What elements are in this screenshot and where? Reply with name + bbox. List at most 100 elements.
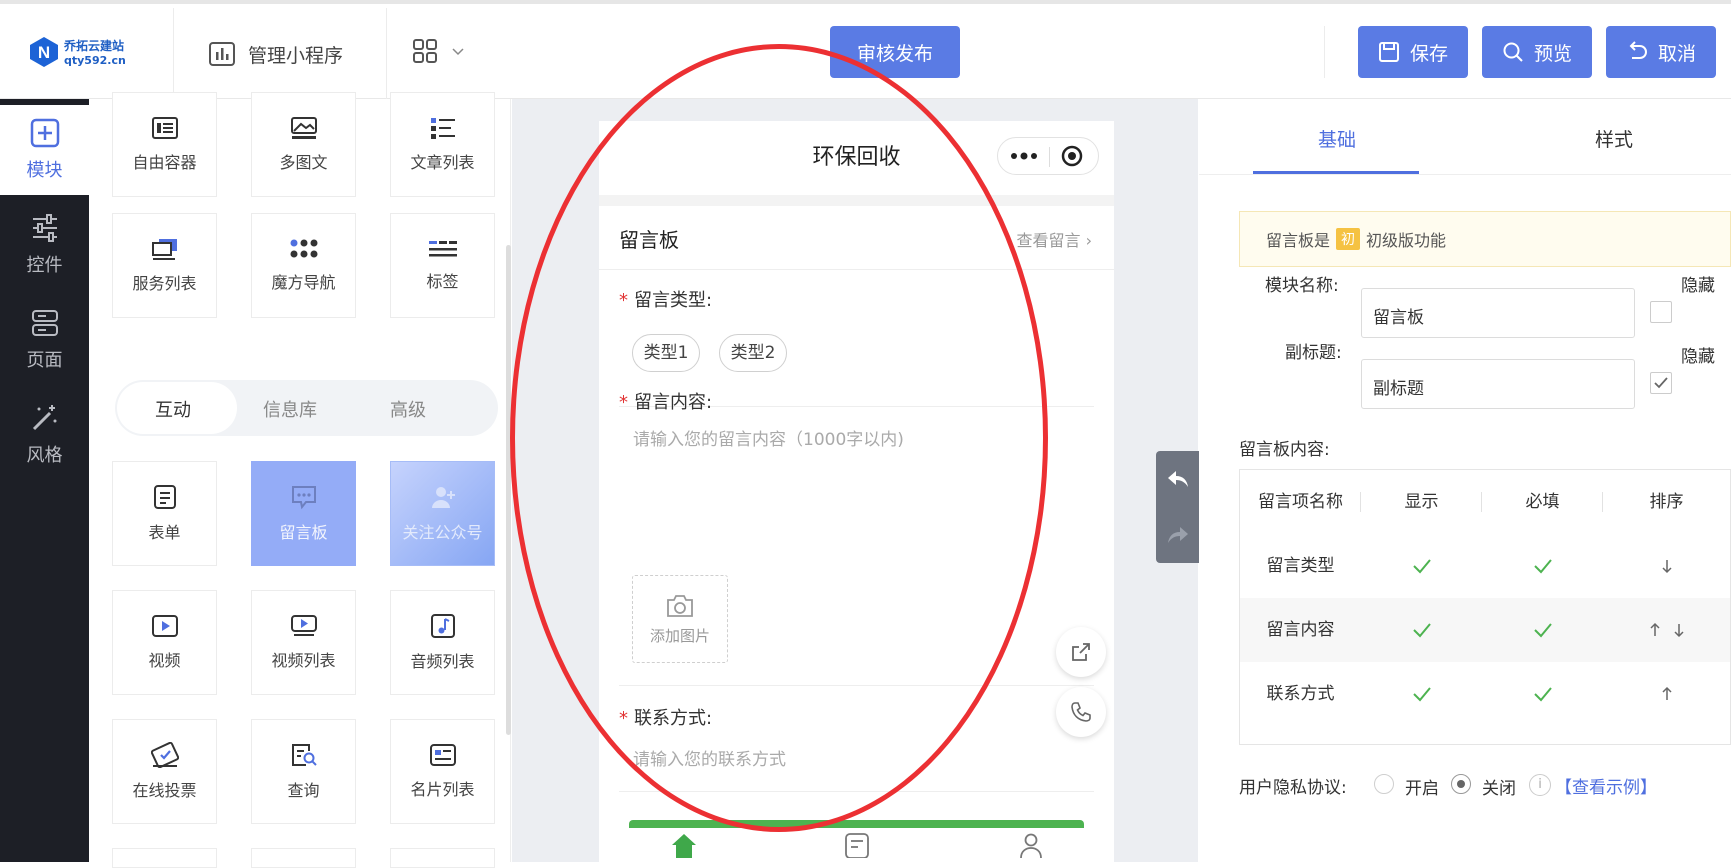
nav-item-modules[interactable]: 模块 xyxy=(0,105,89,195)
tab-basic[interactable]: 基础 xyxy=(1318,125,1356,152)
redo-button[interactable] xyxy=(1156,507,1199,563)
module-form[interactable]: 表单 xyxy=(112,461,217,566)
module-panel-scrollbar[interactable] xyxy=(506,245,511,735)
col-divider xyxy=(1481,492,1482,512)
module-video-list[interactable]: 视频列表 xyxy=(251,590,356,695)
module-cube-nav[interactable]: 魔方导航 xyxy=(251,213,356,318)
app-switcher[interactable] xyxy=(412,38,470,64)
user-icon[interactable] xyxy=(1017,832,1045,858)
module-label: 标签 xyxy=(426,272,459,291)
sort-up-down-icon[interactable] xyxy=(1603,598,1730,662)
preview-label: 预览 xyxy=(1533,42,1572,65)
publish-button[interactable]: 审核发布 xyxy=(830,26,960,78)
privacy-off-label: 关闭 xyxy=(1482,779,1516,799)
module-vote[interactable]: 在线投票 xyxy=(112,719,217,824)
home-icon[interactable] xyxy=(670,832,698,858)
nav-label: 控件 xyxy=(26,255,63,276)
show-check-icon[interactable] xyxy=(1361,534,1482,598)
undo-button[interactable] xyxy=(1156,451,1199,507)
miniprogram-capsule[interactable] xyxy=(997,137,1099,175)
view-example-link[interactable]: 【查看示例】 xyxy=(1555,773,1657,798)
save-button[interactable]: 保存 xyxy=(1358,26,1468,78)
hide-name-checkbox[interactable] xyxy=(1650,301,1672,323)
nav-item-pages[interactable]: 页面 xyxy=(0,295,89,385)
type-chip-2[interactable]: 类型2 xyxy=(719,334,787,372)
magic-wand-icon xyxy=(32,405,56,431)
module-label: 魔方导航 xyxy=(271,273,336,292)
version-badge: 初 xyxy=(1336,228,1361,250)
document-icon[interactable] xyxy=(843,832,871,858)
module-article-list[interactable]: 文章列表 xyxy=(390,92,495,197)
tab-style[interactable]: 样式 xyxy=(1595,125,1633,152)
card-list-icon xyxy=(429,744,456,766)
module-card-list[interactable]: 名片列表 xyxy=(390,719,495,824)
module-follow-account[interactable]: 关注公众号 xyxy=(390,461,495,566)
module-name-input[interactable]: 留言板 xyxy=(1361,288,1635,338)
content-input[interactable]: 请输入您的留言内容（1000字以内) xyxy=(633,425,904,450)
submit-button-top[interactable] xyxy=(629,820,1084,828)
module-tag[interactable]: 标签 xyxy=(390,213,495,318)
type-chip-1[interactable]: 类型1 xyxy=(632,334,700,372)
contact-input[interactable]: 请输入您的联系方式 xyxy=(633,745,786,770)
privacy-on-radio[interactable] xyxy=(1374,774,1394,794)
divider xyxy=(619,791,1094,792)
preview-button[interactable]: 预览 xyxy=(1482,26,1592,78)
manage-miniprogram-button[interactable]: 管理小程序 xyxy=(208,40,343,68)
module-label: 文章列表 xyxy=(410,153,475,172)
module-query[interactable]: 查询 xyxy=(251,719,356,824)
publish-label: 审核发布 xyxy=(856,42,933,65)
tabs-divider xyxy=(1199,174,1731,175)
tab-advanced[interactable]: 高级 xyxy=(390,396,426,422)
main-sidebar: 模块 控件 页面 风格 xyxy=(0,99,89,862)
tab-info-library[interactable]: 信息库 xyxy=(263,396,317,422)
table-header: 留言项名称 xyxy=(1258,492,1343,512)
divider xyxy=(1324,26,1325,78)
add-image-button[interactable]: 添加图片 xyxy=(632,575,728,663)
nav-item-style[interactable]: 风格 xyxy=(0,390,89,480)
module-free-container[interactable]: 自由容器 xyxy=(112,92,217,197)
sort-up-icon[interactable] xyxy=(1603,662,1730,726)
notice-prefix: 留言板是 xyxy=(1266,231,1331,250)
show-check-icon[interactable] xyxy=(1361,598,1482,662)
contact-label-text: 联系方式: xyxy=(634,708,713,729)
module-image-text[interactable]: 多图文 xyxy=(251,92,356,197)
tab-interactive[interactable]: 互动 xyxy=(155,396,191,422)
grid-apps-icon xyxy=(413,39,437,63)
brand-logo[interactable]: N 乔拓云建站 qty592.cn xyxy=(28,32,138,72)
phone-call-fab[interactable] xyxy=(1056,687,1106,737)
subtitle-input[interactable]: 副标题 xyxy=(1361,359,1635,409)
module-label: 关注公众号 xyxy=(402,523,483,542)
required-check-icon[interactable] xyxy=(1482,534,1603,598)
nav-item-controls[interactable]: 控件 xyxy=(0,200,89,290)
content-label-text: 留言内容: xyxy=(634,392,713,413)
module-service-list[interactable]: 服务列表 xyxy=(112,213,217,318)
form-icon xyxy=(153,485,176,509)
required-check-icon[interactable] xyxy=(1482,662,1603,726)
cancel-button[interactable]: 取消 xyxy=(1606,26,1716,78)
view-messages-link[interactable]: 查看留言 › xyxy=(1016,227,1092,251)
audio-list-icon xyxy=(430,614,455,638)
more-dots-icon xyxy=(1011,152,1037,160)
field-name: 留言类型 xyxy=(1266,556,1335,576)
module-partial[interactable] xyxy=(112,848,217,868)
follow-account-icon xyxy=(431,487,455,508)
top-header: N 乔拓云建站 qty592.cn 管理小程序 审核发布 保存 预览 取消 xyxy=(0,4,1731,99)
module-label: 自由容器 xyxy=(132,153,197,172)
module-audio-list[interactable]: 音频列表 xyxy=(390,590,495,695)
module-label: 视频列表 xyxy=(271,651,336,670)
share-fab[interactable] xyxy=(1056,627,1106,677)
privacy-off-radio[interactable] xyxy=(1451,774,1471,794)
hide-subtitle-checkbox[interactable] xyxy=(1650,372,1672,394)
content-field-label: * 留言内容: xyxy=(619,392,713,413)
module-partial[interactable] xyxy=(251,848,356,868)
module-message-board[interactable]: 留言板 xyxy=(251,461,356,566)
field-name: 留言内容 xyxy=(1266,620,1335,640)
sort-down-icon[interactable] xyxy=(1603,534,1730,598)
info-icon[interactable]: i xyxy=(1529,774,1551,796)
required-check-icon[interactable] xyxy=(1482,598,1603,662)
module-partial[interactable] xyxy=(390,848,495,868)
show-check-icon[interactable] xyxy=(1361,662,1482,726)
settings-panel: 基础 样式 留言板是初初级版功能 模块名称: 留言板 隐藏 副标题: 副标题 隐… xyxy=(1199,99,1731,862)
module-video[interactable]: 视频 xyxy=(112,590,217,695)
query-icon xyxy=(291,744,317,766)
